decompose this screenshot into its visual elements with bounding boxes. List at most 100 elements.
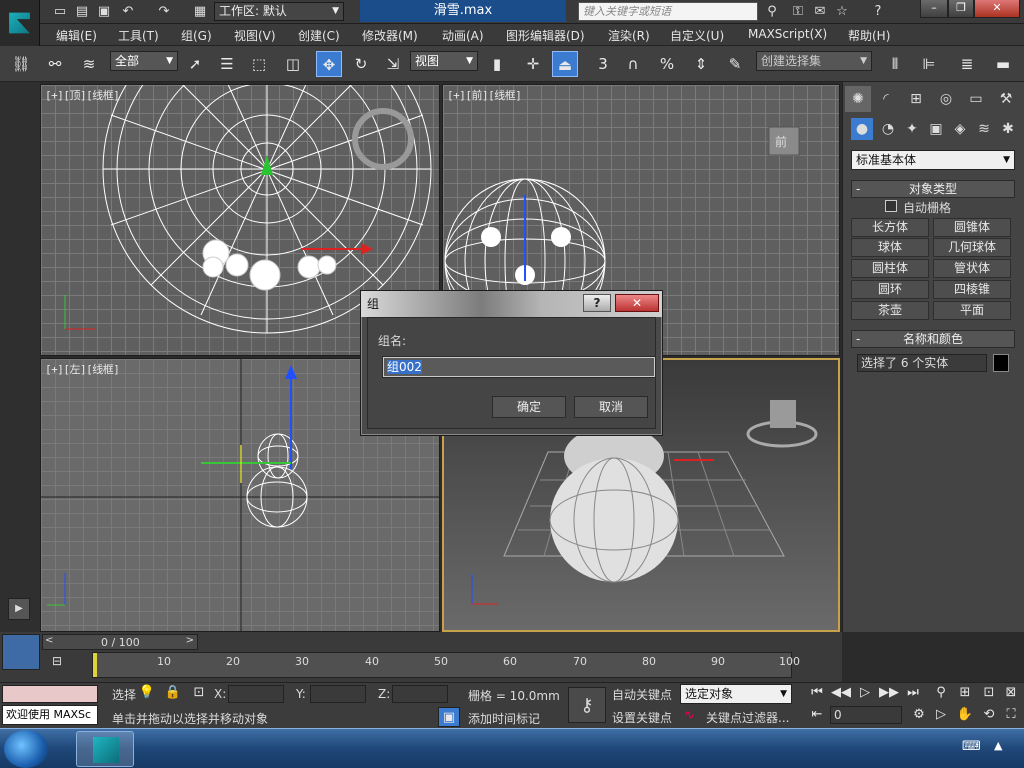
box-button[interactable]: 长方体 <box>851 218 929 237</box>
tube-button[interactable]: 管状体 <box>933 259 1011 278</box>
redo-icon[interactable]: ↷ <box>154 3 174 21</box>
viewport-label-top[interactable]: [+][顶][线框] <box>45 87 120 103</box>
minimize-button[interactable]: – <box>920 0 948 18</box>
key-mode-dropdown[interactable]: 选定对象 <box>680 684 792 704</box>
menu-maxscript[interactable]: MAXScript(X) <box>748 27 827 41</box>
time-config-icon[interactable]: ⚙ <box>908 705 930 725</box>
torus-button[interactable]: 圆环 <box>851 280 929 299</box>
mirror-icon[interactable]: ⫴ <box>882 51 908 77</box>
edit-named-selection-icon[interactable]: ✎ <box>722 51 748 77</box>
viewport-label-left[interactable]: [+][左][线框] <box>45 361 120 377</box>
zoom-icon[interactable]: ⚲ <box>930 683 952 703</box>
close-button[interactable]: ✕ <box>974 0 1020 18</box>
open-icon[interactable]: ▤ <box>72 3 92 21</box>
systems-icon[interactable]: ✱ <box>997 118 1019 140</box>
unlink-icon[interactable]: ⚯ <box>42 51 68 77</box>
orbit-icon[interactable]: ⟲ <box>978 705 1000 725</box>
start-button[interactable] <box>4 730 48 768</box>
z-coord-field[interactable] <box>392 685 448 703</box>
star-icon[interactable]: ☆ <box>832 3 852 21</box>
y-coord-field[interactable] <box>310 685 366 703</box>
viewport-label-front[interactable]: [+][前][线框] <box>447 87 522 103</box>
graphite-toolbox-icon[interactable]: ▬ <box>990 51 1016 77</box>
layer-manager-icon[interactable]: ≣ <box>954 51 980 77</box>
snap-toggle-icon[interactable]: 3 <box>590 51 616 77</box>
geosphere-button[interactable]: 几何球体 <box>933 238 1011 257</box>
goto-end-icon[interactable]: ⏭ <box>902 683 924 703</box>
prev-frame-icon[interactable]: ◀◀ <box>830 683 852 703</box>
ref-coord-dropdown[interactable]: 视图 <box>410 51 478 71</box>
key-icon[interactable]: ⚿ <box>788 3 808 21</box>
select-manipulate-icon[interactable]: ✛ <box>520 51 546 77</box>
search-input[interactable]: 键入关键字或短语 <box>578 2 758 21</box>
spacewarps-icon[interactable]: ≋ <box>973 118 995 140</box>
key-filters-button[interactable]: 关键点过滤器... <box>706 709 789 726</box>
new-icon[interactable]: ▭ <box>50 3 70 21</box>
select-rotate-icon[interactable]: ↻ <box>348 51 374 77</box>
expand-arrow-icon[interactable]: ▶ <box>8 598 30 620</box>
rollout-name-color[interactable]: 名称和颜色 <box>851 330 1015 348</box>
object-color-swatch[interactable] <box>993 354 1009 372</box>
align-icon[interactable]: ⊫ <box>916 51 942 77</box>
set-key-icon[interactable]: ⚷ <box>568 687 606 723</box>
maxscript-listener-white[interactable]: 欢迎使用 MAXSc <box>2 705 98 725</box>
undo-icon[interactable]: ↶ <box>118 3 138 21</box>
keyboard-shortcut-override-icon[interactable]: ⏏ <box>552 51 578 77</box>
communication-icon[interactable]: ✉ <box>810 3 830 21</box>
workspace-dropdown[interactable]: 工作区: 默认 <box>214 2 344 21</box>
select-object-icon[interactable]: ➚ <box>182 51 208 77</box>
object-name-field[interactable]: 选择了 6 个实体 <box>857 354 987 372</box>
maximize-viewport-icon[interactable]: ⛶ <box>1000 705 1022 725</box>
key-mode-toggle-icon[interactable]: ⇤ <box>806 705 828 725</box>
time-prev-arrow-icon[interactable]: < <box>45 635 53 646</box>
modify-tab-icon[interactable]: ◜ <box>873 86 899 112</box>
tray-arrow-icon[interactable]: ▲ <box>994 739 1002 752</box>
rect-selection-icon[interactable]: ⬚ <box>246 51 272 77</box>
auto-key-button[interactable]: 自动关键点 <box>612 686 672 703</box>
pivot-center-icon[interactable]: ▮ <box>484 51 510 77</box>
menu-animation[interactable]: 动画(A) <box>442 27 484 44</box>
plane-button[interactable]: 平面 <box>933 301 1011 320</box>
viewport-layout-icon[interactable] <box>2 634 40 670</box>
select-by-name-icon[interactable]: ☰ <box>214 51 240 77</box>
select-scale-icon[interactable]: ⇲ <box>380 51 406 77</box>
window-crossing-icon[interactable]: ◫ <box>280 51 306 77</box>
create-tab-icon[interactable]: ✺ <box>845 86 871 112</box>
dialog-close-button[interactable]: ✕ <box>615 294 659 312</box>
menu-tools[interactable]: 工具(T) <box>118 27 159 44</box>
play-icon[interactable]: ▷ <box>854 683 876 703</box>
menu-group[interactable]: 组(G) <box>181 27 212 44</box>
bind-spacewarp-icon[interactable]: ≋ <box>76 51 102 77</box>
helpers-icon[interactable]: ◈ <box>949 118 971 140</box>
rollout-object-type[interactable]: 对象类型 <box>851 180 1015 198</box>
link-icon[interactable]: ⛓ <box>8 51 34 77</box>
select-move-icon[interactable]: ✥ <box>316 51 342 77</box>
pyramid-button[interactable]: 四棱锥 <box>933 280 1011 299</box>
cone-button[interactable]: 圆锥体 <box>933 218 1011 237</box>
binoculars-icon[interactable]: ⚲ <box>762 3 782 21</box>
category-dropdown[interactable]: 标准基本体 <box>851 150 1015 170</box>
field-of-view-icon[interactable]: ▷ <box>930 705 952 725</box>
spinner-snap-icon[interactable]: ⇕ <box>688 51 714 77</box>
geometry-icon[interactable]: ● <box>851 118 873 140</box>
time-next-arrow-icon[interactable]: > <box>186 635 194 646</box>
teapot-button[interactable]: 茶壶 <box>851 301 929 320</box>
menu-edit[interactable]: 编辑(E) <box>56 27 97 44</box>
next-frame-icon[interactable]: ▶▶ <box>878 683 900 703</box>
shapes-icon[interactable]: ◔ <box>877 118 899 140</box>
zoom-extents-all-icon[interactable]: ⊠ <box>1000 683 1022 703</box>
sphere-button[interactable]: 球体 <box>851 238 929 257</box>
menu-modifiers[interactable]: 修改器(M) <box>362 27 418 44</box>
menu-customize[interactable]: 自定义(U) <box>670 27 724 44</box>
menu-help[interactable]: 帮助(H) <box>848 27 890 44</box>
add-time-tag-button[interactable]: 添加时间标记 <box>468 710 540 727</box>
hierarchy-tab-icon[interactable]: ⊞ <box>903 86 929 112</box>
named-selection-dropdown[interactable]: 创建选择集 <box>756 51 872 71</box>
motion-tab-icon[interactable]: ◎ <box>933 86 959 112</box>
x-coord-field[interactable] <box>228 685 284 703</box>
track-bar-icon[interactable]: ⊟ <box>52 654 72 672</box>
autogrid-checkbox[interactable] <box>885 200 897 212</box>
keyboard-tray-icon[interactable]: ⌨ <box>962 739 981 754</box>
maximize-button[interactable]: ❐ <box>948 0 974 18</box>
app-logo[interactable] <box>0 0 40 46</box>
